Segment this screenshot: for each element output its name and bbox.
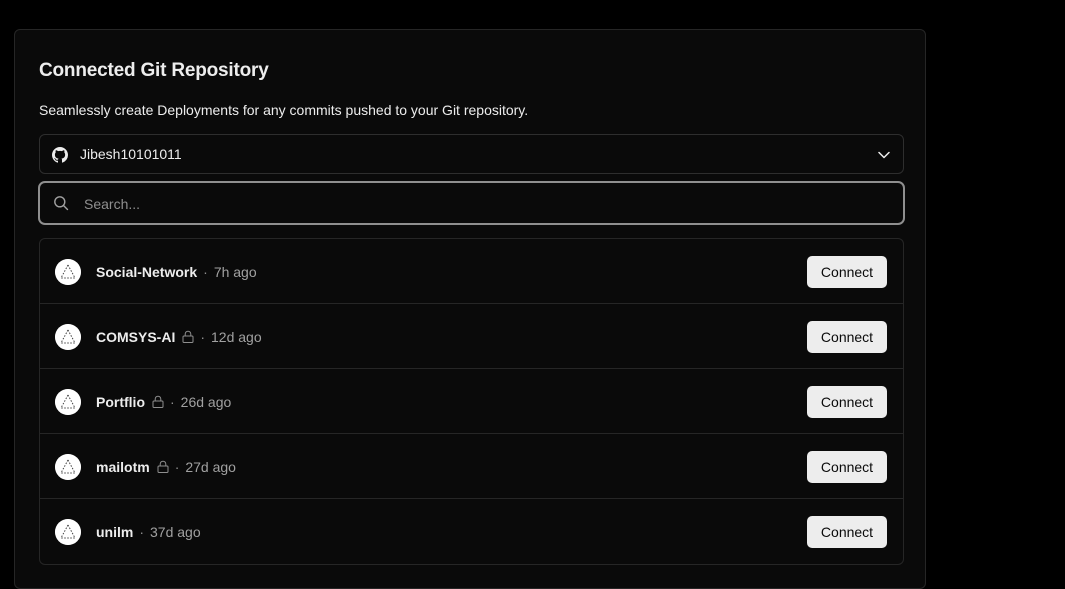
connect-button[interactable]: Connect (807, 451, 887, 483)
section-title: Connected Git Repository (39, 60, 269, 81)
search-input[interactable] (82, 183, 886, 225)
account-name: Jibesh10101011 (80, 146, 182, 162)
lock-icon (182, 330, 194, 343)
repository-name: Social-Network (96, 263, 198, 280)
separator-dot: · (170, 393, 175, 410)
connect-button[interactable]: Connect (807, 516, 887, 548)
repository-info: COMSYS-AI · 12d ago (96, 304, 262, 369)
separator-dot: · (139, 523, 145, 540)
repository-updated-time: 37d ago (150, 523, 201, 540)
repository-info: Social-Network · 7h ago (96, 239, 257, 304)
repository-avatar-icon (55, 389, 81, 415)
search-icon (54, 196, 69, 211)
repository-list: Social-Network · 7h ago Connect COMSYS-A… (39, 238, 904, 565)
repository-name: mailotm (96, 458, 150, 475)
repository-row: COMSYS-AI · 12d ago Connect (40, 304, 903, 369)
repository-row: unilm · 37d ago Connect (40, 499, 903, 564)
connect-button[interactable]: Connect (807, 256, 887, 288)
account-selector[interactable]: Jibesh10101011 (39, 134, 904, 174)
git-repository-card: Connected Git Repository Seamlessly crea… (14, 29, 926, 589)
repository-info: mailotm · 27d ago (96, 434, 236, 499)
repository-info: unilm · 37d ago (96, 499, 201, 564)
repository-name: Portflio (96, 393, 145, 410)
repository-name: unilm (96, 523, 134, 540)
repository-avatar-icon (55, 259, 81, 285)
repository-updated-time: 7h ago (213, 263, 257, 280)
repository-updated-time: 12d ago (211, 328, 262, 345)
repository-updated-time: 27d ago (185, 458, 236, 475)
section-description: Seamlessly create Deployments for any co… (39, 102, 529, 118)
repository-avatar-icon (55, 454, 81, 480)
repository-avatar-icon (55, 324, 81, 350)
github-icon (52, 147, 68, 163)
connect-button[interactable]: Connect (807, 321, 887, 353)
repository-row: mailotm · 27d ago Connect (40, 434, 903, 499)
separator-dot: · (174, 458, 180, 475)
repository-row: Social-Network · 7h ago Connect (40, 239, 903, 304)
repository-info: Portflio · 26d ago (96, 369, 231, 434)
repository-avatar-icon (55, 519, 81, 545)
separator-dot: · (200, 328, 206, 345)
lock-icon (157, 460, 169, 473)
repository-name: COMSYS-AI (96, 328, 176, 345)
search-box (38, 181, 905, 225)
connect-button[interactable]: Connect (807, 386, 887, 418)
chevron-down-icon (878, 151, 890, 159)
repository-row: Portflio · 26d ago Connect (40, 369, 903, 434)
lock-icon (152, 395, 164, 408)
separator-dot: · (203, 263, 208, 280)
repository-updated-time: 26d ago (180, 393, 232, 410)
